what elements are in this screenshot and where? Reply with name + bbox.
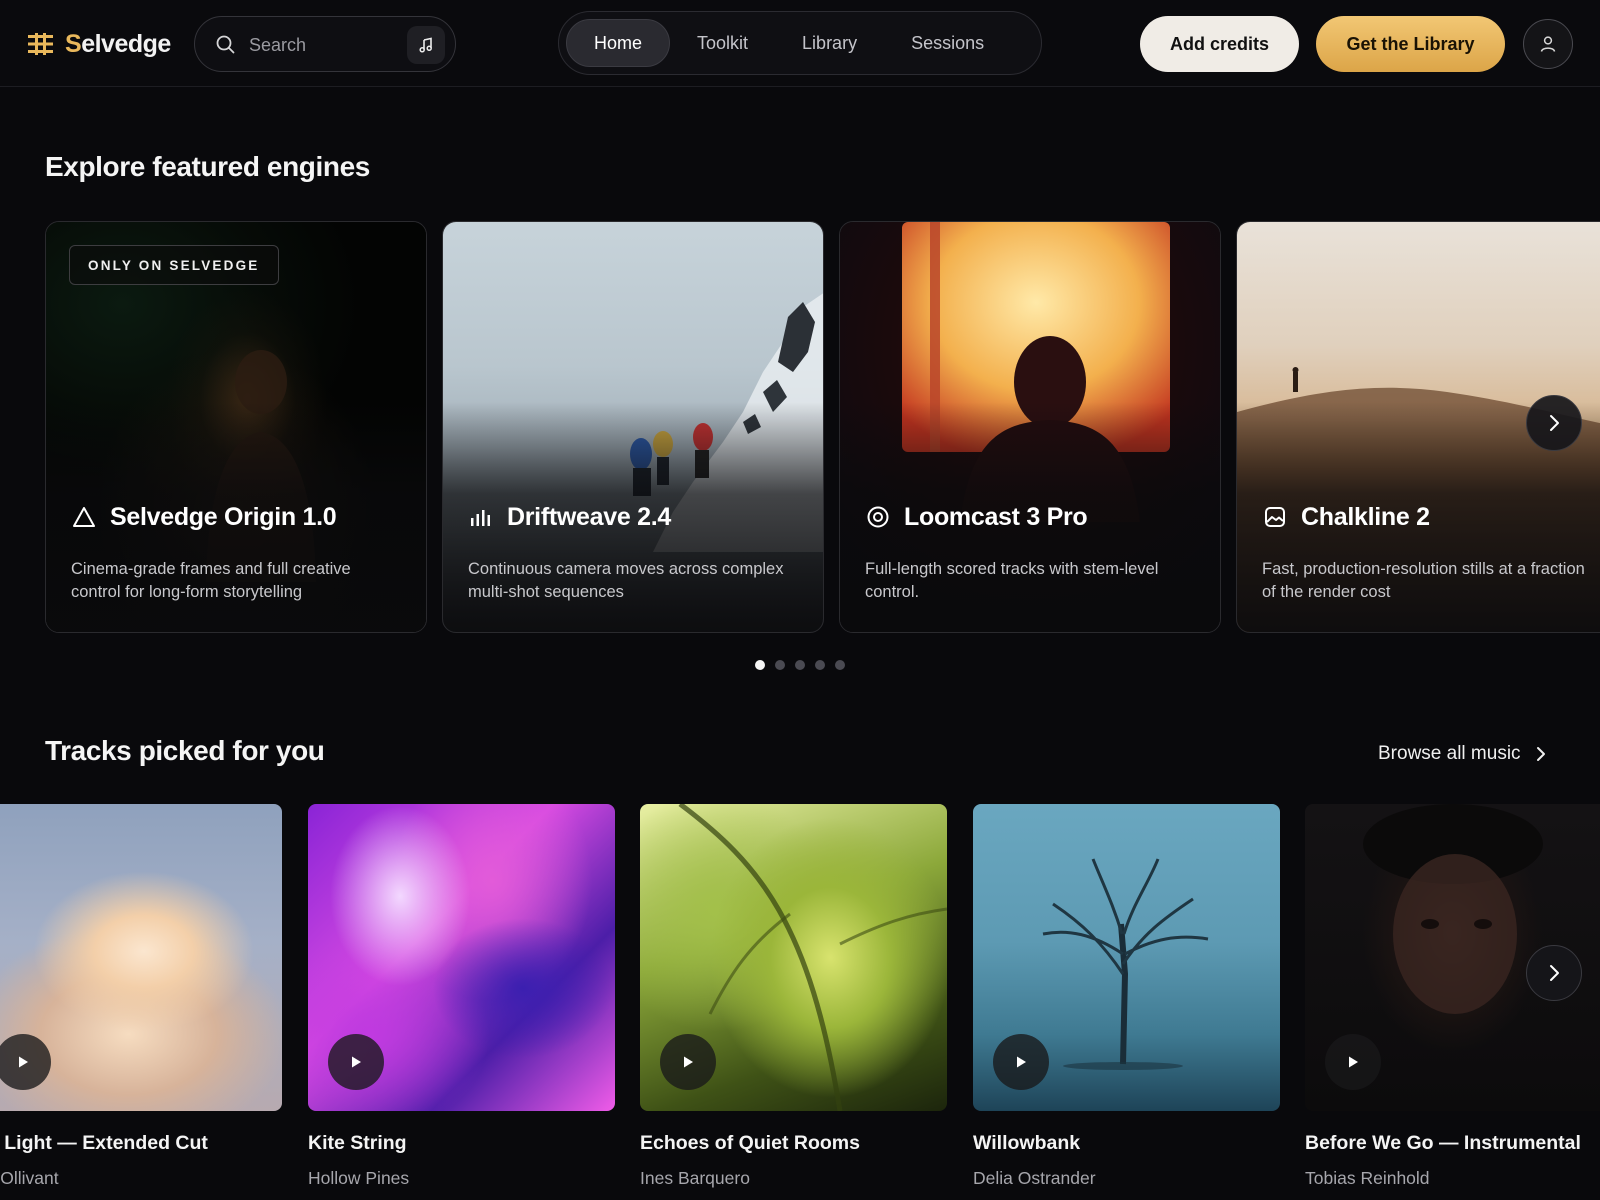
engines-pagination xyxy=(755,660,845,670)
nav-home[interactable]: Home xyxy=(566,19,671,67)
browse-all-music-link[interactable]: Browse all music xyxy=(1378,740,1547,768)
engine-title: Selvedge Origin 1.0 xyxy=(110,502,337,531)
engine-card-driftweave[interactable]: Driftweave 2.4 Continuous camera moves a… xyxy=(442,221,824,633)
play-icon xyxy=(19,1056,28,1068)
get-library-button[interactable]: Get the Library xyxy=(1316,16,1505,72)
track-title[interactable]: Kite String xyxy=(308,1132,407,1155)
user-avatar-button[interactable] xyxy=(1523,19,1573,69)
main-nav: Home Toolkit Library Sessions xyxy=(558,11,1042,75)
search-box xyxy=(194,16,456,72)
engine-description: Fast, production-resolution stills at a … xyxy=(1262,560,1585,601)
engine-description: Full-length scored tracks with stem-leve… xyxy=(865,560,1159,601)
target-icon xyxy=(867,506,889,528)
engine-title-row: Driftweave 2.4 xyxy=(469,499,671,535)
triangle-icon xyxy=(73,507,95,527)
track-title[interactable]: ng Light — Extended Cut xyxy=(0,1132,208,1155)
nav-toolkit[interactable]: Toolkit xyxy=(670,19,775,67)
featured-engines-title: Explore featured engines xyxy=(45,151,370,182)
play-icon xyxy=(352,1056,361,1068)
track-artwork xyxy=(0,804,282,1111)
play-button[interactable] xyxy=(1325,1034,1381,1090)
pagination-dot[interactable] xyxy=(835,660,845,670)
track-card[interactable]: Willowbank Delia Ostrander xyxy=(973,804,1280,1188)
browse-all-music-label: Browse all music xyxy=(1378,743,1521,764)
track-card[interactable]: Echoes of Quiet Rooms Ines Barquero xyxy=(640,804,947,1188)
logo-text: Selvedge xyxy=(65,30,171,59)
engine-title: Driftweave 2.4 xyxy=(507,502,671,531)
engine-title-row: Selvedge Origin 1.0 xyxy=(72,499,337,535)
track-artist[interactable]: Tobias Reinhold xyxy=(1305,1168,1430,1189)
track-artist[interactable]: Delia Ostrander xyxy=(973,1168,1096,1189)
play-button[interactable] xyxy=(660,1034,716,1090)
pagination-dot[interactable] xyxy=(775,660,785,670)
engine-title: Loomcast 3 Pro xyxy=(904,502,1088,531)
logo[interactable]: Selvedge xyxy=(28,28,171,60)
pagination-dot[interactable] xyxy=(815,660,825,670)
engine-card-origin[interactable]: ONLY ON SELVEDGE Selvedge Origin 1.0 Cin… xyxy=(45,221,427,633)
pagination-dot[interactable] xyxy=(755,660,765,670)
engine-title-row: Chalkline 2 xyxy=(1263,499,1430,535)
music-note-icon xyxy=(419,37,432,53)
track-title[interactable]: Willowbank xyxy=(973,1132,1080,1155)
engines-next-button[interactable] xyxy=(1526,395,1582,451)
search-icon xyxy=(216,35,235,54)
image-icon xyxy=(1265,507,1285,527)
track-artwork xyxy=(308,804,615,1111)
nav-sessions[interactable]: Sessions xyxy=(884,19,1011,67)
exclusive-badge: ONLY ON SELVEDGE xyxy=(69,245,279,285)
menu-grid-icon xyxy=(28,33,53,55)
track-card[interactable]: ng Light — Extended Cut rta Ollivant xyxy=(0,804,282,1188)
logo-text-accent: S xyxy=(65,29,82,58)
user-icon xyxy=(1540,36,1556,52)
top-bar: Selvedge Home Toolkit Library Sessions A… xyxy=(0,0,1600,87)
engine-card-loomcast[interactable]: Loomcast 3 Pro Full-length scored tracks… xyxy=(839,221,1221,633)
track-artwork xyxy=(973,804,1280,1111)
pagination-dot[interactable] xyxy=(795,660,805,670)
nav-library[interactable]: Library xyxy=(775,19,884,67)
chevron-right-icon xyxy=(1550,965,1559,981)
track-title[interactable]: Echoes of Quiet Rooms xyxy=(640,1132,860,1155)
add-credits-button[interactable]: Add credits xyxy=(1140,16,1299,72)
play-button[interactable] xyxy=(993,1034,1049,1090)
engine-description: Cinema-grade frames and full creative co… xyxy=(71,560,351,601)
tracks-section-title: Tracks picked for you xyxy=(45,735,325,766)
track-title[interactable]: Before We Go — Instrumental xyxy=(1305,1132,1581,1155)
track-artist[interactable]: rta Ollivant xyxy=(0,1168,59,1189)
track-artist[interactable]: Ines Barquero xyxy=(640,1168,750,1189)
logo-text-rest: elvedge xyxy=(81,29,171,58)
engine-title: Chalkline 2 xyxy=(1301,502,1430,531)
bars-icon xyxy=(471,510,490,526)
tracks-next-button[interactable] xyxy=(1526,945,1582,1001)
chevron-right-icon xyxy=(1536,747,1545,761)
track-card[interactable]: Kite String Hollow Pines xyxy=(308,804,615,1188)
play-icon xyxy=(684,1056,693,1068)
engine-description: Continuous camera moves across complex m… xyxy=(468,560,784,601)
chevron-right-icon xyxy=(1550,415,1559,431)
music-search-button[interactable] xyxy=(407,26,445,64)
track-artist[interactable]: Hollow Pines xyxy=(308,1168,409,1189)
play-icon xyxy=(1017,1056,1026,1068)
search-input[interactable] xyxy=(249,31,399,59)
engine-title-row: Loomcast 3 Pro xyxy=(866,499,1088,535)
play-icon xyxy=(1349,1056,1358,1068)
track-artwork xyxy=(640,804,947,1111)
play-button[interactable] xyxy=(328,1034,384,1090)
